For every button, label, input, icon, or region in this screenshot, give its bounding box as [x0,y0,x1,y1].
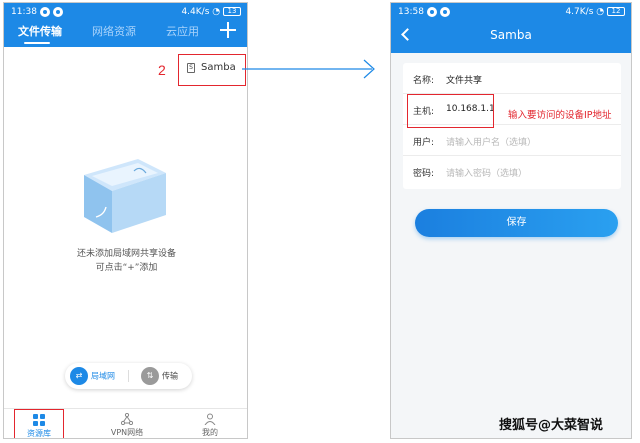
nav-item-resources[interactable]: 资源库 [14,409,64,438]
person-icon [204,413,216,425]
step-number: 2 [158,62,166,78]
empty-state-line1: 还未添加局域网共享设备 [76,249,176,259]
active-tab-indicator [24,42,50,44]
add-icon[interactable] [219,21,237,39]
nav-item-me[interactable]: 我的 [180,409,240,438]
tab-file-transfer[interactable]: 文件传输 [18,23,62,39]
notification-icon [53,7,63,17]
nav-label: 我的 [202,428,218,437]
phone-screen-samba-form: 13:58 4.7K/s ◔ 12 Samba 名称: 文件共享 主机: 10.… [390,2,632,439]
battery-icon: 13 [223,7,241,16]
network-speed: 4.7K/s [565,7,594,17]
status-right: 4.7K/s ◔ 12 [565,3,625,21]
network-speed: 4.4K/s [181,7,210,17]
nav-label: 资源库 [27,429,51,438]
top-header: 13:58 4.7K/s ◔ 12 Samba [391,3,631,53]
grid-icon [33,414,45,426]
name-field[interactable]: 名称: 文件共享 [403,63,621,94]
top-header: 11:38 4.4K/s ◔ 13 文件传输 网络资源 云应用 [4,3,247,47]
transfer-toggle-button[interactable]: ⇅ 传输 [141,367,178,385]
host-annotation: 输入要访问的设备IP地址 [508,110,612,121]
transfer-label: 传输 [162,371,178,381]
user-label: 用户: [413,138,435,148]
notification-icon [427,7,437,17]
notification-icon [440,7,450,17]
wifi-icon: ◔ [212,7,221,17]
page-title: Samba [490,28,532,42]
watermark: 搜狐号@大菜智说 [499,418,604,433]
empty-state-line2: 可点击“+”添加 [95,263,158,273]
nav-item-vpn[interactable]: VPN网络 [97,409,157,438]
wifi-icon: ◔ [596,7,605,17]
tab-cloud-apps[interactable]: 云应用 [166,23,199,39]
flow-arrow [242,59,375,79]
network-icon [121,413,133,425]
battery-icon: 12 [607,7,625,16]
name-value[interactable]: 文件共享 [446,73,482,86]
user-input[interactable]: 请输入用户名（选填） [446,135,536,148]
lan-toggle-button[interactable]: ⇄ 局域网 [70,367,115,385]
status-time: 13:58 [398,7,424,17]
tab-network-resources[interactable]: 网络资源 [92,23,136,39]
user-field[interactable]: 用户: 请输入用户名（选填） [403,125,621,156]
status-time: 11:38 [11,7,37,17]
lan-label: 局域网 [91,371,115,381]
name-label: 名称: [413,76,435,86]
add-menu-samba-item[interactable]: S Samba [178,54,246,86]
view-toggle: ⇄ 局域网 ⇅ 传输 [65,363,192,389]
save-button[interactable]: 保存 [415,209,618,237]
host-highlight-box [407,94,494,128]
status-bar: 13:58 4.7K/s ◔ 12 [391,3,631,21]
password-label: 密码: [413,169,435,179]
empty-box-illustration [84,159,166,233]
status-bar: 11:38 4.4K/s ◔ 13 [4,3,247,21]
notification-icon [40,7,50,17]
password-field[interactable]: 密码: 请输入密码（选填） [403,156,621,187]
status-right: 4.4K/s ◔ 13 [181,3,241,21]
phone-screen-file-transfer: 11:38 4.4K/s ◔ 13 文件传输 网络资源 云应用 2 S Samb… [3,2,248,439]
samba-icon: S [187,63,195,73]
nav-label: VPN网络 [110,428,144,437]
toggle-divider [128,370,129,382]
samba-label: Samba [201,62,236,73]
password-input[interactable]: 请输入密码（选填） [446,166,527,179]
lan-icon: ⇄ [70,367,88,385]
transfer-icon: ⇅ [141,367,159,385]
bottom-nav: 资源库 VPN网络 我的 [4,408,247,438]
